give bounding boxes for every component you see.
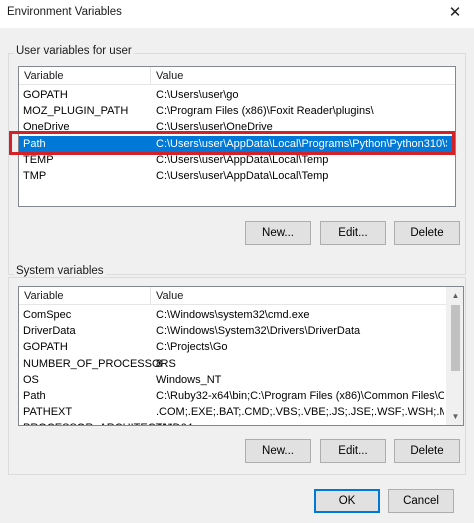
dialog-body: User variables for user Variable Value G… [0,28,474,523]
table-row[interactable]: PATHEXT .COM;.EXE;.BAT;.CMD;.VBS;.VBE;.JS… [19,404,446,420]
table-row[interactable]: PROCESSOR_ARCHITECTUAMD64 [19,420,446,425]
system-new-button[interactable]: New... [245,439,311,463]
row-value: C:\Ruby32-x64\bin;C:\Program Files (x86)… [156,390,444,402]
row-variable: OS [23,373,39,386]
row-value: C:\Users\user\AppData\Local\Temp [156,153,329,166]
row-value: C:\Users\user\go [156,89,239,101]
row-variable: GOPATH [23,89,68,101]
row-variable: GOPATH [23,341,68,354]
system-delete-button[interactable]: Delete [394,439,460,463]
row-variable: ComSpec [23,309,72,321]
column-header-variable[interactable]: Variable [20,67,64,85]
row-value: AMD64 [156,420,444,425]
table-row[interactable]: NUMBER_OF_PROCESSORS 8 [19,356,446,372]
column-header-value[interactable]: Value [152,287,183,305]
scroll-thumb[interactable] [451,305,460,371]
table-row[interactable]: GOPATH C:\Users\user\go [19,87,455,103]
user-variables-label: User variables for user [14,45,134,57]
table-row[interactable]: Path C:\Ruby32-x64\bin;C:\Program Files (… [19,388,446,404]
table-row[interactable]: OneDrive C:\Users\user\OneDrive [19,119,455,135]
table-row[interactable]: Path C:\Users\user\AppData\Local\Programs… [19,135,455,152]
table-row[interactable]: TEMP C:\Users\user\AppData\Local\Temp [19,152,455,168]
row-variable: PROCESSOR_ARCHITECTU [23,420,170,425]
row-variable: Path [23,390,46,402]
scroll-down-icon[interactable]: ▼ [447,408,463,425]
user-variables-list[interactable]: Variable Value GOPATH C:\Users\user\go MOZ… [18,66,456,207]
row-variable: TEMP [23,153,54,166]
title-bar: Environment Variables ✕ [0,0,474,28]
row-value: C:\Windows\System32\Drivers\DriverData [156,325,361,338]
row-variable: NUMBER_OF_PROCESSORS [23,357,176,370]
system-edit-button[interactable]: Edit... [320,439,386,463]
row-variable: DriverData [23,325,76,338]
row-value: C:\Projects\Go [156,341,228,354]
row-value: C:\Windows\system32\cmd.exe [156,309,310,321]
user-new-button[interactable]: New... [245,221,311,245]
table-row[interactable]: OS Windows_NT [19,372,446,388]
system-variables-scrollbar[interactable]: ▲ ▼ [446,287,463,425]
close-icon[interactable]: ✕ [442,2,468,24]
column-separator[interactable] [150,67,151,85]
row-value: Windows_NT [156,373,222,386]
user-edit-button[interactable]: Edit... [320,221,386,245]
row-variable: TMP [23,170,47,182]
window-title: Environment Variables [7,6,122,18]
table-row[interactable]: DriverData C:\Windows\System32\Drivers\Dr… [19,323,446,339]
system-variables-label: System variables [14,265,106,277]
cancel-button[interactable]: Cancel [388,489,454,513]
row-variable: Path [23,137,46,150]
row-variable: MOZ_PLUGIN_PATH [23,105,129,118]
table-row[interactable]: GOPATH C:\Projects\Go [19,339,446,355]
table-row[interactable]: ComSpec C:\Windows\system32\cmd.exe [19,307,446,323]
table-row[interactable]: TMP C:\Users\user\AppData\Local\Temp [19,168,455,184]
row-value: C:\Program Files (x86)\Foxit Reader\plug… [156,105,374,118]
row-value: 8 [156,357,163,370]
ok-button[interactable]: OK [314,489,380,513]
column-separator[interactable] [150,287,151,305]
system-variables-list[interactable]: Variable Value ComSpec C:\Windows\system3… [18,286,464,426]
row-value: .COM;.EXE;.BAT;.CMD;.VBS;.VBE;.JS;.JSE;.… [156,406,444,419]
scroll-up-icon[interactable]: ▲ [447,287,463,304]
row-variable: PATHEXT [23,406,73,419]
user-delete-button[interactable]: Delete [394,221,460,245]
system-variables-header: Variable Value [19,287,446,305]
column-header-value[interactable]: Value [152,67,183,85]
column-header-variable[interactable]: Variable [20,287,64,305]
table-row[interactable]: MOZ_PLUGIN_PATH C:\Program Files (x86)\Fo… [19,103,455,119]
row-value: C:\Users\user\AppData\Local\Programs\Pyt… [156,137,447,150]
row-value: C:\Users\user\AppData\Local\Temp [156,170,329,182]
user-variables-header: Variable Value [19,67,455,85]
row-variable: OneDrive [23,121,70,134]
row-value: C:\Users\user\OneDrive [156,121,273,134]
